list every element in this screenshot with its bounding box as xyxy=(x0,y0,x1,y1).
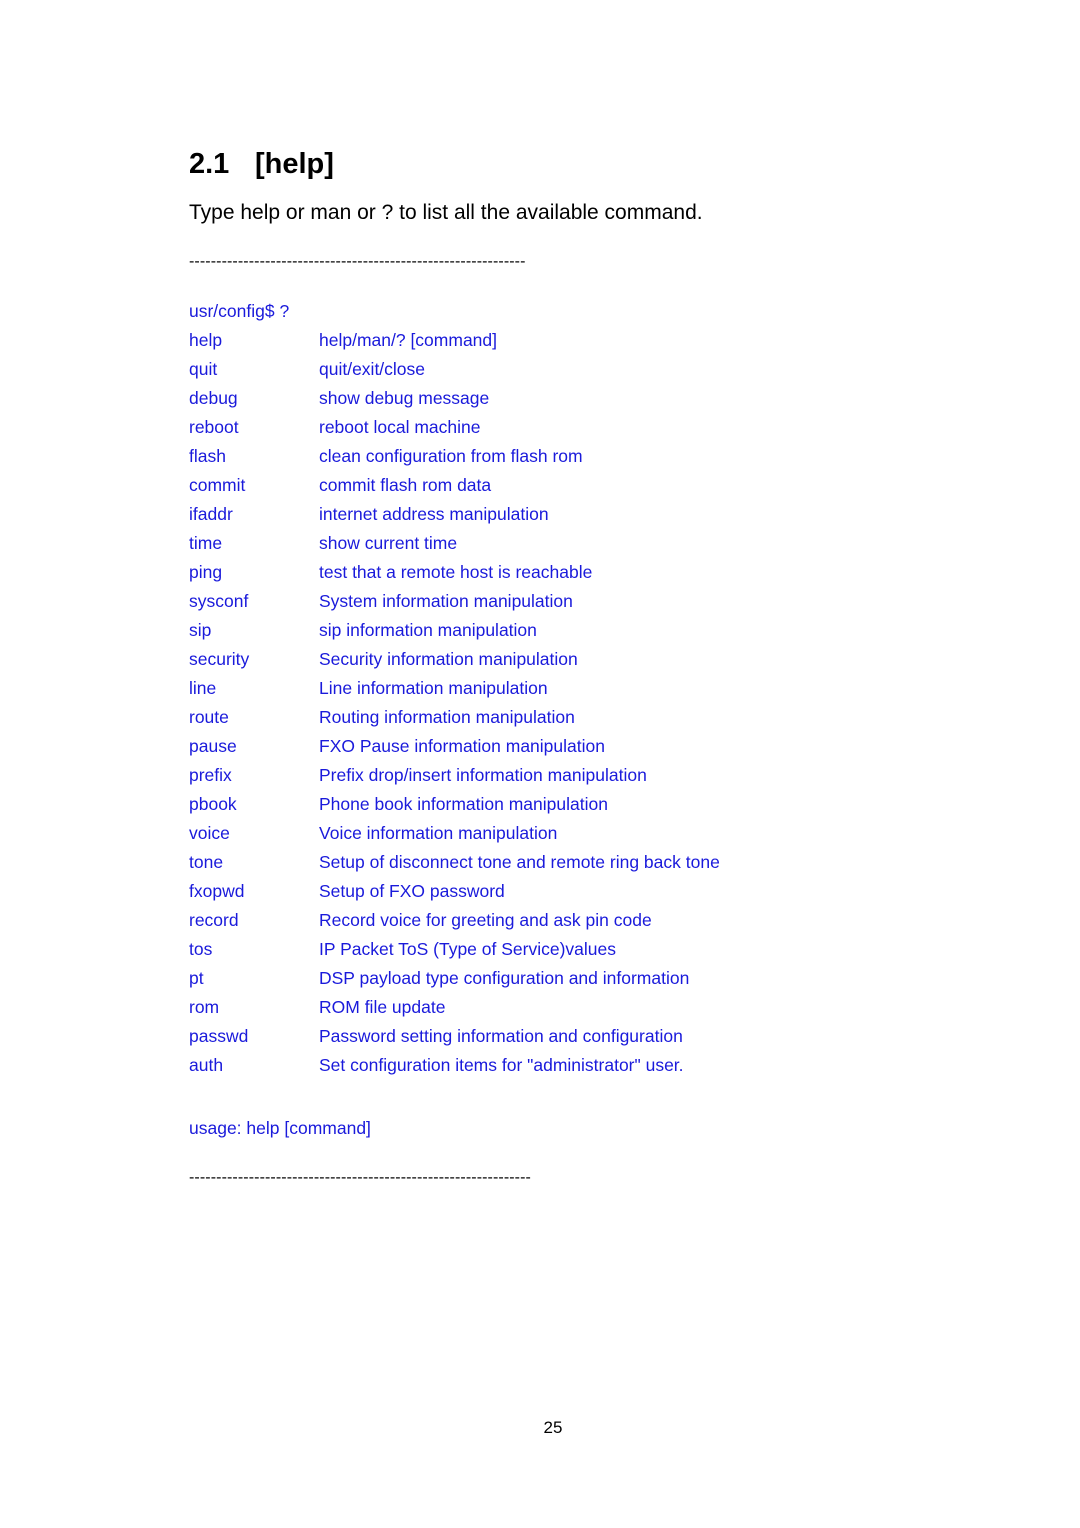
command-row: pbook Phone book information manipulation xyxy=(189,793,720,822)
command-name: pause xyxy=(189,736,237,756)
command-name: fxopwd xyxy=(189,881,245,901)
page-number: 25 xyxy=(543,1418,563,1437)
command-row: sip sip information manipulation xyxy=(189,619,720,648)
command-description: Setup of FXO password xyxy=(319,881,505,901)
command-description: DSP payload type configuration and infor… xyxy=(319,968,690,988)
command-description: Record voice for greeting and ask pin co… xyxy=(319,910,652,930)
dashed-rule-top: ----------------------------------------… xyxy=(189,253,526,270)
command-name: rom xyxy=(189,997,220,1017)
command-row: voice Voice information manipulation xyxy=(189,822,720,851)
command-name: auth xyxy=(189,1055,224,1075)
command-name: voice xyxy=(189,823,230,843)
command-description: clean configuration from flash rom xyxy=(319,446,583,466)
command-row: quit quit/exit/close xyxy=(189,358,720,387)
command-description: commit flash rom data xyxy=(319,475,492,495)
command-name: reboot xyxy=(189,417,239,437)
command-row: flash clean configuration from flash rom xyxy=(189,445,720,474)
command-name: flash xyxy=(189,446,226,466)
command-row: reboot reboot local machine xyxy=(189,416,720,445)
command-description: Prefix drop/insert information manipulat… xyxy=(319,765,647,785)
command-name: ifaddr xyxy=(189,504,233,524)
command-name: commit xyxy=(189,475,246,495)
command-description: Security information manipulation xyxy=(319,649,578,669)
command-description: Password setting information and configu… xyxy=(319,1026,683,1046)
command-description: internet address manipulation xyxy=(319,504,549,524)
command-description: IP Packet ToS (Type of Service)values xyxy=(319,939,616,959)
command-name: debug xyxy=(189,388,238,408)
command-name: security xyxy=(189,649,250,669)
command-row: auth Set configuration items for "adminis… xyxy=(189,1054,720,1083)
command-row: route Routing information manipulation xyxy=(189,706,720,735)
command-name: sysconf xyxy=(189,591,249,611)
command-row: record Record voice for greeting and ask … xyxy=(189,909,720,938)
command-name: passwd xyxy=(189,1026,249,1046)
command-row: commit commit flash rom data xyxy=(189,474,720,503)
command-name: tos xyxy=(189,939,213,959)
command-description: help/man/? [command] xyxy=(319,330,498,350)
dashed-rule-bottom: ----------------------------------------… xyxy=(189,1169,531,1186)
command-row: passwd Password setting information and c… xyxy=(189,1025,720,1054)
section-title: [help] xyxy=(255,148,334,180)
command-row: ifaddr internet address manipulation xyxy=(189,503,720,532)
command-description: test that a remote host is reachable xyxy=(319,562,593,582)
command-description: sip information manipulation xyxy=(319,620,537,640)
command-description: ROM file update xyxy=(319,997,446,1017)
section-number: 2.1 xyxy=(189,148,230,180)
command-name: prefix xyxy=(189,765,232,785)
usage-line: usage: help [command] xyxy=(189,1118,371,1138)
terminal-output: usr/config$ ? help help/man/? [command] qu… xyxy=(189,300,720,1083)
command-description: quit/exit/close xyxy=(319,359,426,379)
command-name: line xyxy=(189,678,217,698)
section-heading: 2.1 [help] xyxy=(189,144,334,184)
terminal-prompt: usr/config$ ? xyxy=(189,301,290,321)
command-list: help help/man/? [command] quit quit/exit/cl… xyxy=(189,329,720,1083)
command-row: help help/man/? [command] xyxy=(189,329,720,358)
command-name: sip xyxy=(189,620,212,640)
command-description: reboot local machine xyxy=(319,417,481,437)
command-description: show current time xyxy=(319,533,458,553)
command-description: Set configuration items for "administrat… xyxy=(319,1055,684,1075)
command-row: pt DSP payload type configuration and inf… xyxy=(189,967,720,996)
command-name: pbook xyxy=(189,794,237,814)
command-description: Routing information manipulation xyxy=(319,707,575,727)
command-name: route xyxy=(189,707,229,727)
command-name: tone xyxy=(189,852,224,872)
command-row: ping test that a remote host is reachable xyxy=(189,561,720,590)
command-description: System information manipulation xyxy=(319,591,573,611)
command-row: rom ROM file update xyxy=(189,996,720,1025)
command-name: record xyxy=(189,910,239,930)
command-name: pt xyxy=(189,968,204,988)
intro-text: Type help or man or ? to list all the av… xyxy=(189,201,703,224)
command-name: time xyxy=(189,533,223,553)
command-row: debug show debug message xyxy=(189,387,720,416)
command-description: Voice information manipulation xyxy=(319,823,558,843)
command-row: line Line information manipulation xyxy=(189,677,720,706)
command-description: show debug message xyxy=(319,388,490,408)
command-description: FXO Pause information manipulation xyxy=(319,736,605,756)
command-name: ping xyxy=(189,562,223,582)
command-row: time show current time xyxy=(189,532,720,561)
command-description: Line information manipulation xyxy=(319,678,548,698)
command-row: prefix Prefix drop/insert information man… xyxy=(189,764,720,793)
command-row: fxopwd Setup of FXO password xyxy=(189,880,720,909)
command-row: pause FXO Pause information manipulation xyxy=(189,735,720,764)
command-description: Setup of disconnect tone and remote ring… xyxy=(319,852,720,872)
command-row: sysconf System information manipulation xyxy=(189,590,720,619)
command-row: security Security information manipulatio… xyxy=(189,648,720,677)
command-row: tos IP Packet ToS (Type of Service)values xyxy=(189,938,720,967)
command-row: tone Setup of disconnect tone and remote … xyxy=(189,851,720,880)
command-name: quit xyxy=(189,359,218,379)
command-name: help xyxy=(189,330,223,350)
command-description: Phone book information manipulation xyxy=(319,794,608,814)
